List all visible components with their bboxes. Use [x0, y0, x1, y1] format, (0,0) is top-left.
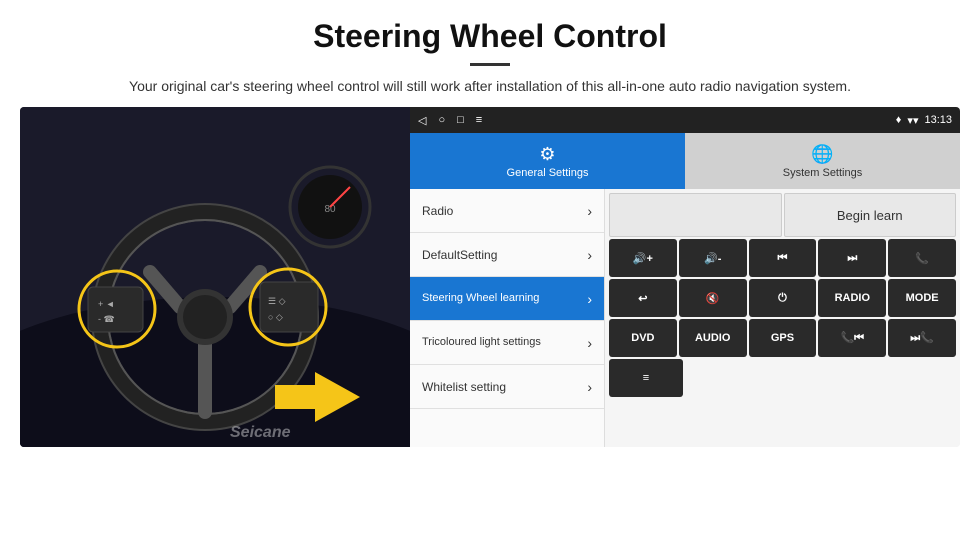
vol-down-icon: 🔊- [704, 252, 721, 265]
tab-general[interactable]: ⚙ General Settings [410, 133, 685, 189]
svg-text:☰ ◇: ☰ ◇ [268, 296, 286, 306]
control-row-1: 🔊+ 🔊- ⏮ ⏭ 📞 [609, 239, 956, 277]
header: Steering Wheel Control Your original car… [0, 0, 980, 107]
tab-system-label: System Settings [783, 167, 862, 179]
svg-text:Seicane: Seicane [230, 424, 291, 441]
prev-track-button[interactable]: ⏮ [749, 239, 817, 277]
svg-text:- ☎: - ☎ [98, 314, 115, 324]
tab-bar: ⚙ General Settings 🌐 System Settings [410, 133, 960, 189]
system-settings-icon: 🌐 [811, 144, 833, 165]
mode-button[interactable]: MODE [888, 279, 956, 317]
status-bar-left: ◁ ○ □ ≡ [418, 114, 482, 127]
time-display: 13:13 [924, 114, 952, 126]
call-prev-button[interactable]: 📞⏮ [818, 319, 886, 357]
mute-button[interactable]: 🔇 [679, 279, 747, 317]
last-row: ≡ [609, 359, 956, 397]
next-track-icon: ⏭ [847, 252, 857, 265]
menu-item-tricoloured[interactable]: Tricoloured light settings › [410, 321, 604, 365]
menu-right: Begin learn 🔊+ 🔊- ⏮ [605, 189, 960, 447]
control-row-3: DVD AUDIO GPS 📞⏮ ⏭📞 [609, 319, 956, 357]
menu-arrow-steering: › [587, 291, 592, 307]
status-bar-right: ♦ ▾▾ 13:13 [896, 114, 952, 127]
call-prev-icon: 📞⏮ [840, 331, 864, 345]
menu-extra-button[interactable]: ≡ [609, 359, 683, 397]
dvd-button[interactable]: DVD [609, 319, 677, 357]
android-ui: ◁ ○ □ ≡ ♦ ▾▾ 13:13 ⚙ General Settings [410, 107, 960, 447]
power-icon: ⏻ [778, 292, 787, 305]
dvd-label: DVD [631, 332, 654, 344]
gps-button[interactable]: GPS [749, 319, 817, 357]
menu-item-steering-label: Steering Wheel learning [422, 291, 539, 305]
next-track-button[interactable]: ⏭ [818, 239, 886, 277]
radio-button[interactable]: RADIO [818, 279, 886, 317]
menu-item-radio-label: Radio [422, 204, 453, 218]
menu-arrow-whitelist: › [587, 379, 592, 395]
svg-text:+ ◄: + ◄ [98, 299, 115, 309]
tab-general-label: General Settings [507, 167, 589, 179]
vol-up-icon: 🔊+ [633, 252, 653, 265]
general-settings-icon: ⚙ [539, 144, 555, 165]
divider [470, 63, 510, 66]
phone-button[interactable]: 📞 [888, 239, 956, 277]
power-button[interactable]: ⏻ [749, 279, 817, 317]
menu-item-default[interactable]: DefaultSetting › [410, 233, 604, 277]
status-bar: ◁ ○ □ ≡ ♦ ▾▾ 13:13 [410, 107, 960, 133]
menu-nav-icon[interactable]: ≡ [476, 114, 482, 126]
control-row-2: ↩ 🔇 ⏻ RADIO MODE [609, 279, 956, 317]
recents-nav-icon[interactable]: □ [457, 114, 464, 126]
menu-left: Radio › DefaultSetting › Steering Wheel … [410, 189, 605, 447]
back-nav-icon[interactable]: ◁ [418, 114, 426, 127]
location-icon: ♦ [896, 114, 902, 126]
menu-arrow-tricoloured: › [587, 335, 592, 351]
page-title: Steering Wheel Control [40, 18, 940, 55]
hangup-icon: ↩ [638, 292, 647, 305]
call-next-icon: ⏭📞 [910, 331, 934, 345]
menu-item-tricoloured-label: Tricoloured light settings [422, 335, 541, 349]
page-subtitle: Your original car's steering wheel contr… [40, 76, 940, 97]
audio-label: AUDIO [695, 332, 730, 344]
gps-label: GPS [771, 332, 794, 344]
tab-system[interactable]: 🌐 System Settings [685, 133, 960, 189]
radio-label: RADIO [835, 292, 870, 304]
vol-up-button[interactable]: 🔊+ [609, 239, 677, 277]
audio-button[interactable]: AUDIO [679, 319, 747, 357]
car-image: 80 [20, 107, 410, 447]
begin-learn-button[interactable]: Begin learn [784, 193, 957, 237]
svg-text:○ ◇: ○ ◇ [268, 312, 283, 322]
empty-input-box [609, 193, 782, 237]
signal-icon: ▾▾ [907, 114, 918, 127]
mute-icon: 🔇 [706, 292, 720, 305]
content-area: 80 [0, 107, 980, 477]
menu-item-radio[interactable]: Radio › [410, 189, 604, 233]
prev-track-icon: ⏮ [778, 252, 788, 265]
menu-arrow-default: › [587, 247, 592, 263]
menu-arrow-radio: › [587, 203, 592, 219]
phone-icon: 📞 [915, 252, 929, 265]
hangup-button[interactable]: ↩ [609, 279, 677, 317]
menu-item-steering[interactable]: Steering Wheel learning › [410, 277, 604, 321]
menu-item-whitelist[interactable]: Whitelist setting › [410, 365, 604, 409]
menu-list: Radio › DefaultSetting › Steering Wheel … [410, 189, 960, 447]
mode-label: MODE [906, 292, 939, 304]
top-row: Begin learn [609, 193, 956, 237]
menu-item-whitelist-label: Whitelist setting [422, 380, 506, 394]
menu-item-default-label: DefaultSetting [422, 248, 497, 262]
vol-down-button[interactable]: 🔊- [679, 239, 747, 277]
home-nav-icon[interactable]: ○ [438, 114, 445, 126]
list-icon: ≡ [643, 372, 649, 384]
page-wrapper: Steering Wheel Control Your original car… [0, 0, 980, 477]
call-next-button[interactable]: ⏭📞 [888, 319, 956, 357]
